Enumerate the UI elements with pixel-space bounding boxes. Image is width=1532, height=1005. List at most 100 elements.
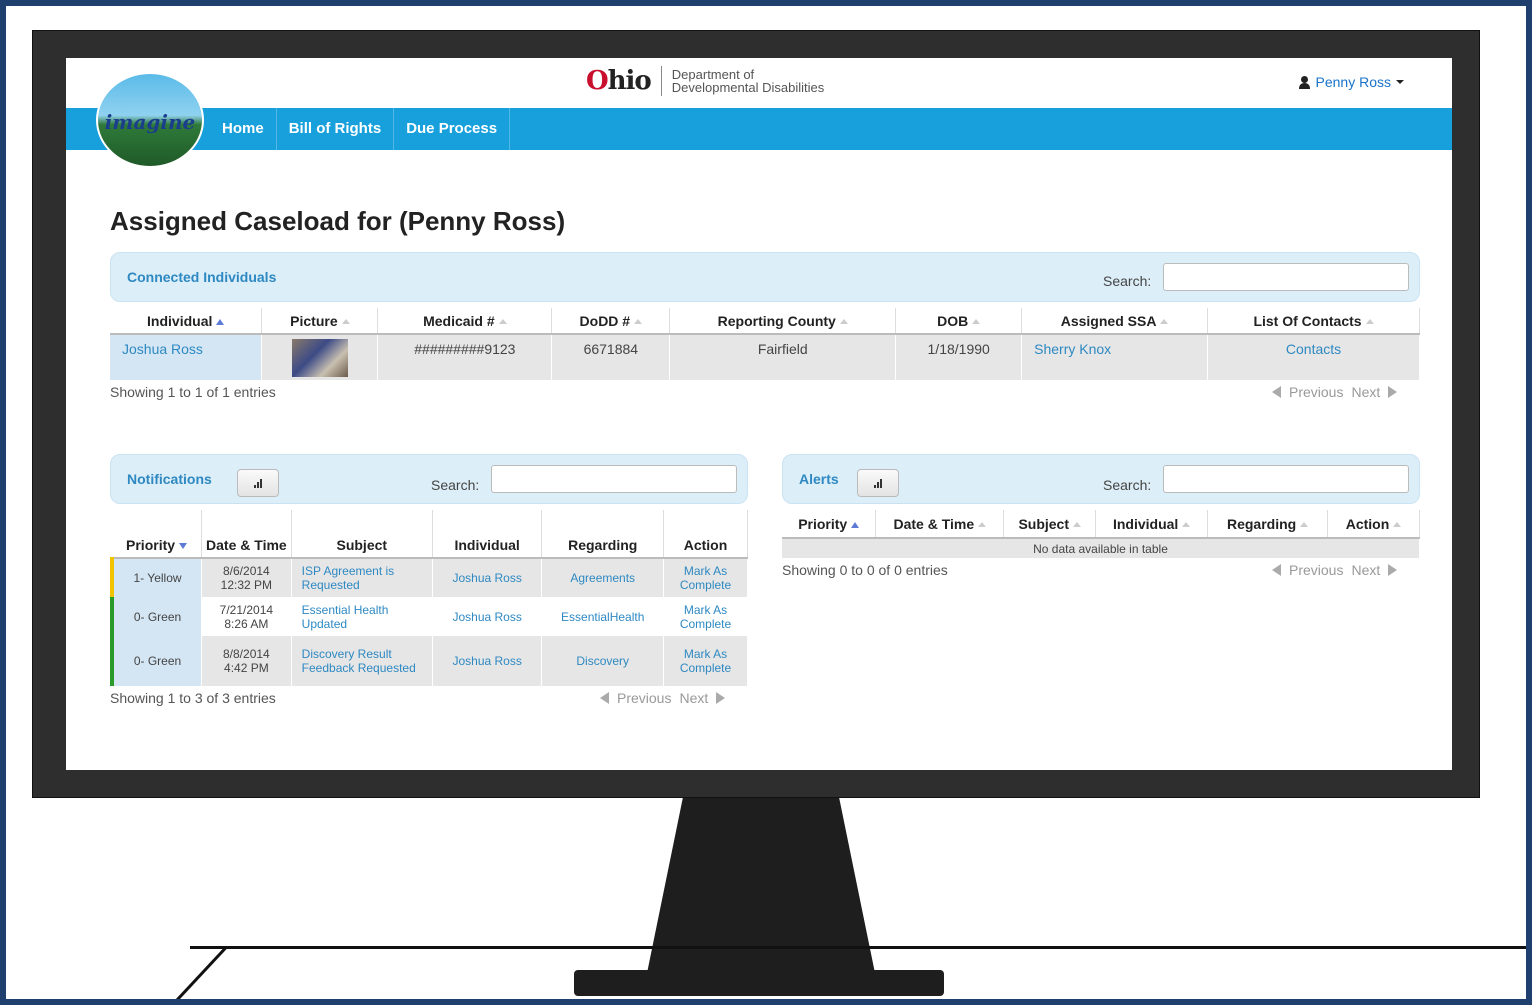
cell-regarding: EssentialHealth xyxy=(541,597,665,636)
cell-datetime: 7/21/2014 8:26 AM xyxy=(201,597,292,636)
mark-complete-link[interactable]: Mark As Complete xyxy=(680,647,731,675)
next-button[interactable]: Next xyxy=(1351,384,1380,400)
previous-button[interactable]: Previous xyxy=(1289,384,1343,400)
previous-arrow-icon[interactable] xyxy=(1272,564,1281,576)
sort-icon xyxy=(498,319,507,325)
sort-icon xyxy=(634,319,643,325)
alerts-table: Priority Date & Time Subject Individual … xyxy=(782,510,1420,558)
notifications-panel-header: Notifications Search: xyxy=(110,454,748,504)
cell-county: Fairfield xyxy=(669,334,897,380)
col-action-label: Action xyxy=(1345,515,1390,532)
contacts-link[interactable]: Contacts xyxy=(1286,341,1341,357)
col-datetime-label: Date & Time xyxy=(206,537,287,553)
next-arrow-icon[interactable] xyxy=(716,692,726,704)
sort-desc-icon xyxy=(179,543,188,550)
table-row: 0- Green 7/21/2014 8:26 AM Essential Heal… xyxy=(110,597,748,636)
regarding-link[interactable]: Discovery xyxy=(576,654,629,668)
individual-link[interactable]: Joshua Ross xyxy=(122,341,203,357)
col-priority[interactable]: Priority xyxy=(782,510,877,539)
bar-chart-icon-bar xyxy=(260,479,262,488)
alerts-search-input[interactable] xyxy=(1163,465,1409,493)
connected-search-input[interactable] xyxy=(1163,263,1409,291)
cell-priority: 0- Green xyxy=(110,636,203,686)
previous-arrow-icon[interactable] xyxy=(1272,386,1281,398)
user-icon xyxy=(1298,75,1311,89)
subject-link[interactable]: Essential Health Updated xyxy=(302,603,389,631)
next-button[interactable]: Next xyxy=(1351,562,1380,578)
cell-contacts: Contacts xyxy=(1207,334,1420,380)
cell-subject: Essential Health Updated xyxy=(291,597,433,636)
connected-pager: Previous Next xyxy=(1272,384,1398,400)
col-dodd-label: DoDD # xyxy=(579,312,631,329)
monitor-screen: Ohio Department of Developmental Disabil… xyxy=(66,58,1452,770)
col-picture[interactable]: Picture xyxy=(261,308,379,335)
ohio-o: O xyxy=(586,66,609,96)
individual-link[interactable]: Joshua Ross xyxy=(452,610,521,624)
regarding-link[interactable]: Agreements xyxy=(570,571,635,585)
cell-picture xyxy=(261,334,379,380)
col-dob[interactable]: DOB xyxy=(895,308,1023,335)
col-list-of-contacts[interactable]: List Of Contacts xyxy=(1207,308,1420,335)
col-action[interactable]: Action xyxy=(663,510,748,559)
col-regarding[interactable]: Regarding xyxy=(1207,510,1329,539)
individual-link[interactable]: Joshua Ross xyxy=(452,654,521,668)
notifications-chart-button[interactable] xyxy=(237,469,279,497)
col-subject[interactable]: Subject xyxy=(291,510,433,559)
bar-chart-icon-bar xyxy=(880,479,882,488)
previous-button[interactable]: Previous xyxy=(1289,562,1343,578)
user-menu[interactable]: Penny Ross xyxy=(1298,74,1404,90)
col-datetime[interactable]: Date & Time xyxy=(875,510,1005,539)
regarding-link[interactable]: EssentialHealth xyxy=(561,610,644,624)
col-regarding[interactable]: Regarding xyxy=(541,510,665,559)
next-button[interactable]: Next xyxy=(679,690,708,706)
col-priority[interactable]: Priority xyxy=(112,510,203,559)
col-individual[interactable]: Individual xyxy=(432,510,543,559)
alerts-chart-button[interactable] xyxy=(857,469,899,497)
subject-link[interactable]: ISP Agreement is Requested xyxy=(302,564,395,592)
cell-datetime: 8/6/2014 12:32 PM xyxy=(201,558,292,597)
nav-bill-of-rights[interactable]: Bill of Rights xyxy=(277,108,395,150)
alerts-pager: Previous Next xyxy=(1272,562,1398,578)
cell-individual: Joshua Ross xyxy=(110,334,263,380)
col-datetime-label: Date & Time xyxy=(893,515,975,532)
nav-due-process[interactable]: Due Process xyxy=(394,108,511,150)
col-medicaid[interactable]: Medicaid # xyxy=(377,308,553,335)
previous-arrow-icon[interactable] xyxy=(600,692,609,704)
col-individual[interactable]: Individual xyxy=(110,308,263,335)
notification-date: 8/6/2014 xyxy=(223,564,270,578)
ssa-link[interactable]: Sherry Knox xyxy=(1034,341,1111,357)
individual-photo[interactable] xyxy=(291,339,348,377)
department-name: Department of Developmental Disabilities xyxy=(672,68,824,94)
ohio-wordmark: Ohio xyxy=(586,66,652,96)
desk-edge xyxy=(190,946,1526,949)
sort-icon xyxy=(1160,319,1169,325)
subject-link[interactable]: Discovery Result Feedback Requested xyxy=(302,647,416,675)
col-datetime[interactable]: Date & Time xyxy=(201,510,292,559)
sort-icon xyxy=(978,522,987,528)
previous-button[interactable]: Previous xyxy=(617,690,671,706)
col-subject[interactable]: Subject xyxy=(1003,510,1097,539)
col-assigned-ssa[interactable]: Assigned SSA xyxy=(1021,308,1209,335)
col-dodd[interactable]: DoDD # xyxy=(551,308,671,335)
mark-complete-link[interactable]: Mark As Complete xyxy=(680,603,731,631)
sort-asc-icon xyxy=(216,318,225,325)
next-arrow-icon[interactable] xyxy=(1388,564,1398,576)
cell-medicaid: #########9123 xyxy=(377,334,553,380)
sort-icon xyxy=(1300,522,1309,528)
col-ssa-label: Assigned SSA xyxy=(1060,312,1157,329)
col-individual[interactable]: Individual xyxy=(1095,510,1209,539)
bar-chart-icon-bar xyxy=(874,485,876,488)
col-reporting-county[interactable]: Reporting County xyxy=(669,308,897,335)
notification-time: 8:26 AM xyxy=(224,616,269,631)
department-line-2: Developmental Disabilities xyxy=(671,80,825,95)
imagine-logo[interactable]: imagine xyxy=(96,72,204,168)
cell-action: Mark As Complete xyxy=(663,636,748,686)
mark-complete-link[interactable]: Mark As Complete xyxy=(680,564,731,592)
nav-home[interactable]: Home xyxy=(210,108,277,150)
notifications-search-input[interactable] xyxy=(491,465,737,493)
next-arrow-icon[interactable] xyxy=(1388,386,1398,398)
individual-link[interactable]: Joshua Ross xyxy=(452,571,521,585)
notification-date: 8/8/2014 xyxy=(223,647,270,661)
alerts-search-label: Search: xyxy=(1103,477,1152,493)
col-action[interactable]: Action xyxy=(1327,510,1420,539)
